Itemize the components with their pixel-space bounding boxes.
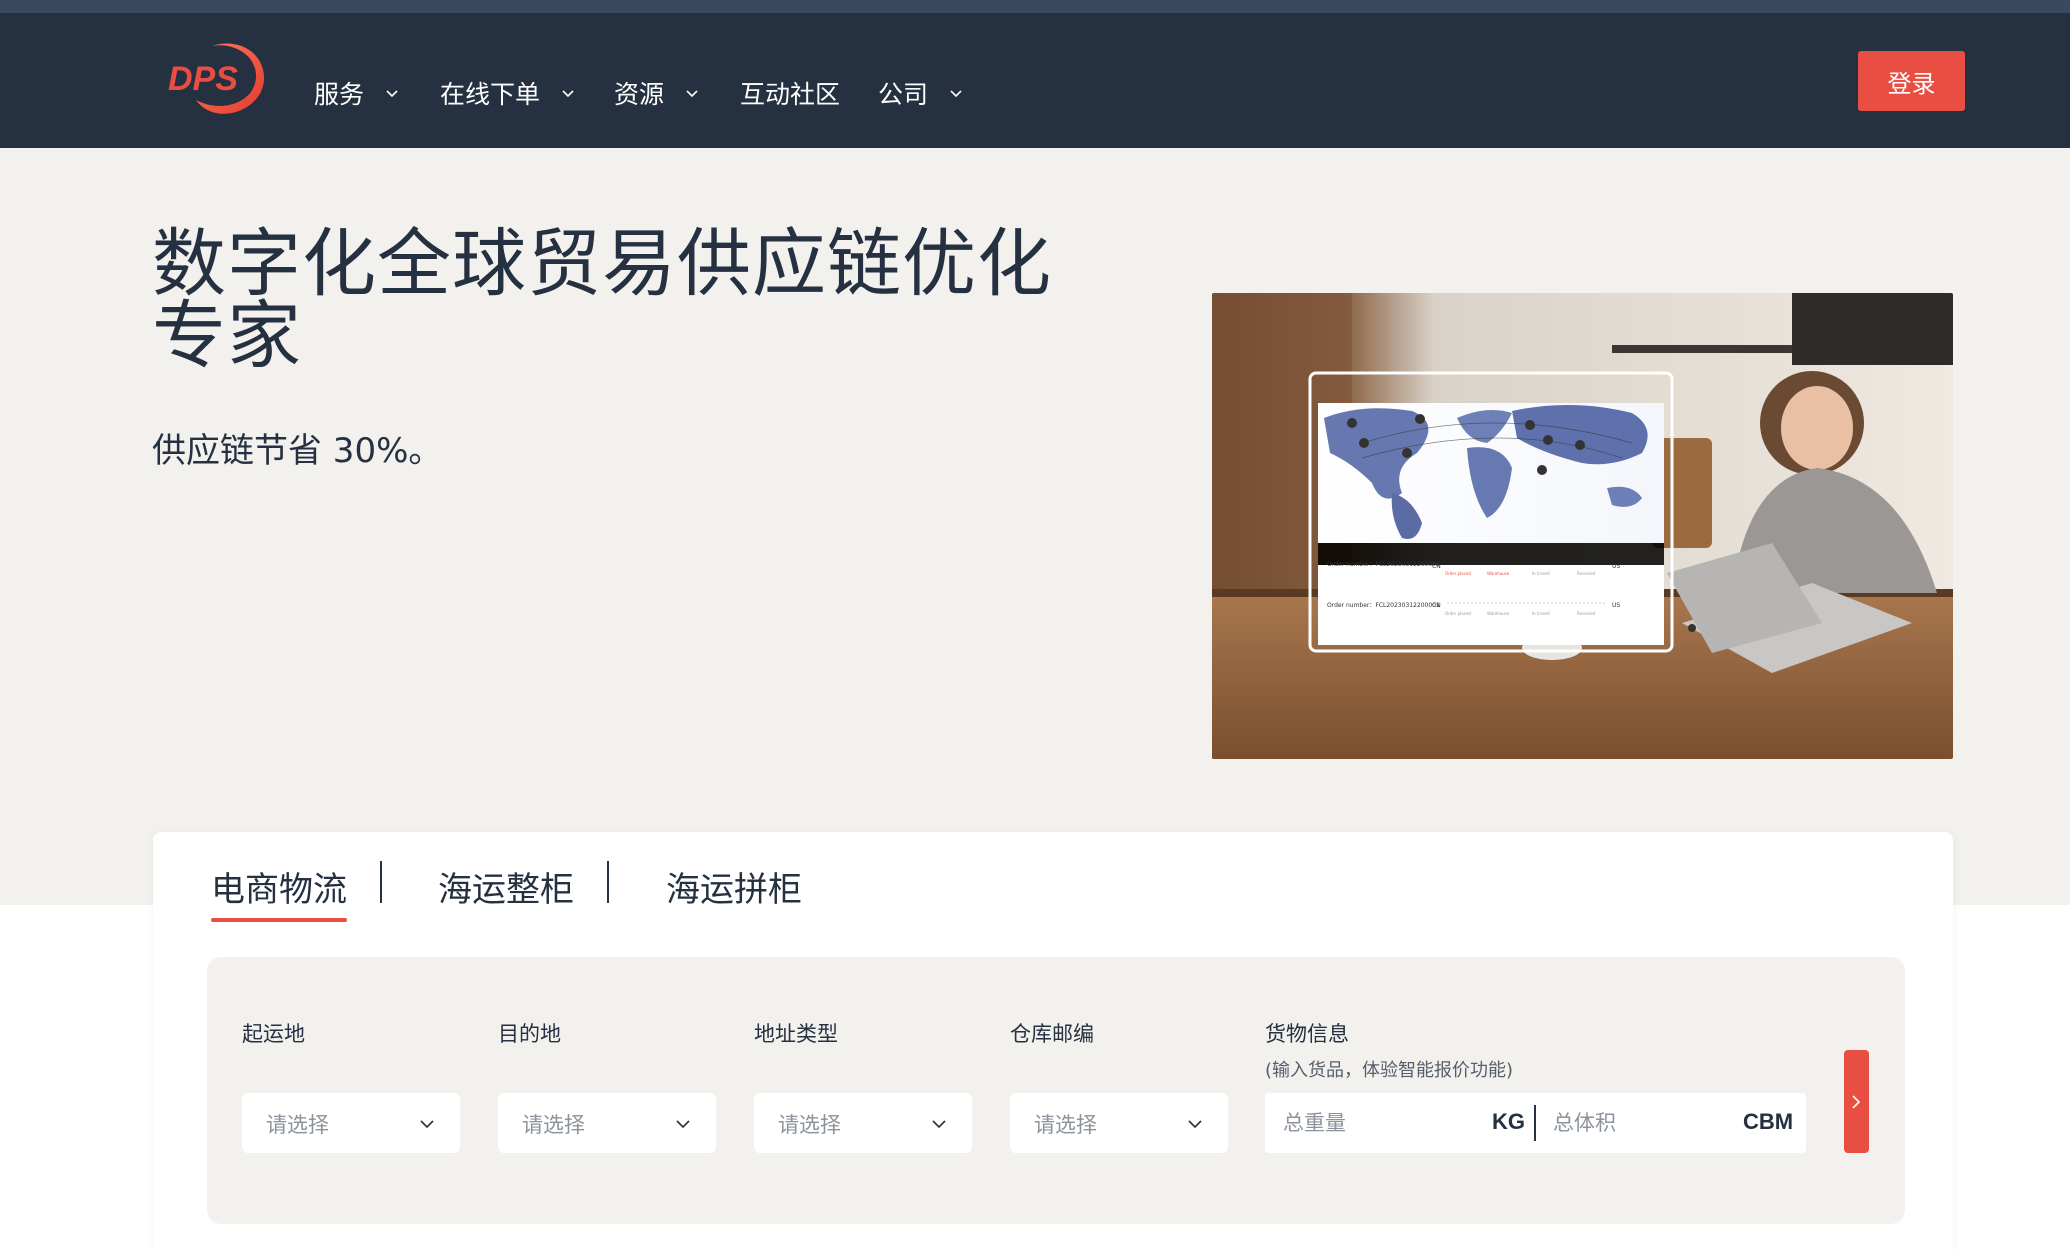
svg-text:Order placed: Order placed	[1445, 611, 1471, 616]
total-weight-input[interactable]	[1283, 1093, 1473, 1153]
svg-text:Warehouse: Warehouse	[1487, 611, 1510, 616]
nav-resources-label: 资源	[614, 80, 665, 109]
address-type-label: 地址类型	[754, 1022, 838, 1046]
nav-services-label: 服务	[314, 80, 365, 109]
svg-text:DPS: DPS	[168, 60, 238, 98]
cargo-input-group: KG CBM	[1265, 1093, 1806, 1153]
svg-text:Order placed: Order placed	[1445, 571, 1471, 576]
hero-subtitle: 供应链节省 30%。	[152, 431, 443, 471]
chevron-down-icon	[676, 1120, 690, 1129]
svg-text:CN: CN	[1432, 563, 1441, 570]
cargo-info-note: (输入货品，体验智能报价功能)	[1265, 1060, 1514, 1081]
total-volume-input[interactable]	[1553, 1093, 1723, 1153]
destination-label: 目的地	[498, 1022, 561, 1046]
nav-online-order-label: 在线下单	[440, 80, 541, 109]
origin-select[interactable]: 请选择	[242, 1093, 460, 1153]
svg-text:US: US	[1612, 563, 1620, 570]
svg-text:US: US	[1612, 602, 1620, 609]
chevron-down-icon	[932, 1120, 946, 1129]
address-type-placeholder: 请选择	[778, 1113, 841, 1137]
nav-community[interactable]: 互动社区	[740, 73, 840, 113]
chevron-down-icon	[950, 90, 962, 98]
cargo-divider	[1534, 1105, 1536, 1141]
get-quote-button[interactable]	[1844, 1050, 1869, 1153]
address-type-select[interactable]: 请选择	[754, 1093, 972, 1153]
origin-label: 起运地	[242, 1022, 305, 1046]
svg-text:In transit: In transit	[1532, 611, 1550, 616]
tab-lcl[interactable]: 海运拼柜	[666, 862, 802, 912]
svg-text:Received: Received	[1577, 571, 1596, 576]
nav-company-label: 公司	[878, 80, 929, 109]
chevron-right-icon	[1852, 1095, 1861, 1109]
warehouse-zip-label: 仓库邮编	[1010, 1022, 1094, 1046]
quote-form-panel	[207, 957, 1905, 1224]
svg-text:CN: CN	[1432, 602, 1441, 609]
chevron-down-icon	[562, 90, 574, 98]
nav-services[interactable]: 服务	[314, 73, 400, 113]
origin-placeholder: 请选择	[266, 1113, 329, 1137]
volume-unit: CBM	[1743, 1109, 1794, 1134]
top-strip	[0, 0, 2070, 13]
svg-text:Warehouse: Warehouse	[1487, 571, 1510, 576]
login-button[interactable]: 登录	[1858, 51, 1965, 111]
destination-select[interactable]: 请选择	[498, 1093, 716, 1153]
warehouse-zip-placeholder: 请选择	[1034, 1113, 1097, 1137]
hero-title: 数字化全球贸易供应链优化专家	[152, 221, 1052, 379]
tab-divider	[607, 861, 609, 903]
svg-text:In transit: In transit	[1532, 571, 1550, 576]
tab-divider	[380, 861, 382, 903]
chevron-down-icon	[420, 1120, 434, 1129]
dps-logo[interactable]: DPS	[166, 38, 270, 118]
nav-online-order[interactable]: 在线下单	[440, 73, 576, 113]
warehouse-zip-select[interactable]: 请选择	[1010, 1093, 1228, 1153]
tab-fcl[interactable]: 海运整柜	[438, 862, 574, 912]
cargo-info-label: 货物信息	[1265, 1022, 1349, 1046]
svg-text:Order number：FCL20230312200002: Order number：FCL20230312200002	[1327, 561, 1440, 568]
hero-image: Order number：FCL20230312200002 CN US Ord…	[1212, 293, 1953, 759]
chevron-down-icon	[686, 90, 698, 98]
top-navbar: DPS 服务 在线下单 资源 互动社区 公司 登录	[0, 13, 2070, 148]
nav-resources[interactable]: 资源	[614, 73, 700, 113]
weight-unit: KG	[1492, 1109, 1525, 1134]
svg-text:Received: Received	[1577, 611, 1596, 616]
chevron-down-icon	[1188, 1120, 1202, 1129]
chevron-down-icon	[386, 90, 398, 98]
svg-text:Order number：FCL20230312200001: Order number：FCL20230312200001	[1327, 602, 1440, 609]
nav-company[interactable]: 公司	[878, 73, 964, 113]
tab-ecommerce-logistics[interactable]: 电商物流	[211, 862, 347, 922]
nav-community-label: 互动社区	[740, 80, 841, 109]
destination-placeholder: 请选择	[522, 1113, 585, 1137]
